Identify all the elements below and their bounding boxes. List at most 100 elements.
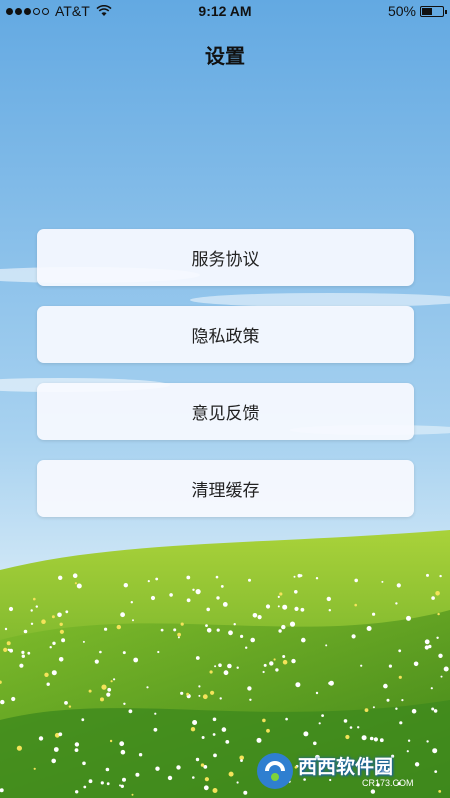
flower <box>99 650 102 654</box>
flower <box>294 590 298 594</box>
flower <box>195 589 201 595</box>
flower <box>212 717 217 722</box>
flower <box>169 593 173 597</box>
flower <box>407 739 411 742</box>
flower <box>213 753 217 758</box>
flower <box>123 702 126 705</box>
flower <box>436 636 439 639</box>
flower <box>119 741 125 747</box>
flower <box>426 740 429 743</box>
flower <box>131 793 134 796</box>
flower <box>74 742 80 747</box>
flower <box>228 630 233 636</box>
watermark-url: CR173.COM <box>362 778 414 788</box>
flower <box>11 696 16 702</box>
flower <box>435 591 440 596</box>
flower <box>35 605 38 608</box>
flower <box>372 706 375 709</box>
flower <box>104 627 108 631</box>
flower <box>291 658 296 664</box>
battery-tip <box>445 9 447 14</box>
flower <box>252 613 258 618</box>
flower <box>195 757 200 762</box>
flower <box>321 714 324 717</box>
flower <box>120 612 125 618</box>
flower <box>206 607 210 612</box>
flower <box>120 784 125 788</box>
battery-percent: 50% <box>387 3 416 19</box>
flower <box>176 765 181 770</box>
flower <box>328 680 334 686</box>
flower <box>369 736 374 741</box>
flower <box>381 580 384 583</box>
flower <box>279 592 283 596</box>
flower <box>354 578 359 583</box>
flower <box>107 687 112 692</box>
flower <box>443 666 449 672</box>
flower <box>59 629 64 634</box>
flower <box>266 728 270 733</box>
flower <box>180 691 184 695</box>
flower <box>203 785 209 791</box>
flower <box>100 781 104 785</box>
flower <box>354 603 358 607</box>
flower <box>58 575 63 580</box>
settings-menu: 服务协议 隐私政策 意见反馈 清理缓存 <box>37 229 414 537</box>
flower <box>250 637 255 643</box>
flower <box>105 767 110 772</box>
flower <box>411 708 417 714</box>
flower <box>357 726 360 729</box>
flower <box>100 697 104 702</box>
flower <box>262 718 266 723</box>
clear-cache-button[interactable]: 清理缓存 <box>37 460 414 517</box>
flower <box>434 770 438 773</box>
flower <box>430 687 433 690</box>
flower <box>256 737 262 743</box>
flower <box>277 605 280 608</box>
flower <box>265 604 271 609</box>
privacy-policy-button[interactable]: 隐私政策 <box>37 306 414 363</box>
flower <box>343 719 348 723</box>
flower <box>345 734 350 740</box>
feedback-button[interactable]: 意见反馈 <box>37 383 414 440</box>
flower <box>438 653 443 658</box>
flower <box>177 632 182 637</box>
flower <box>192 588 195 591</box>
flower <box>198 694 201 697</box>
flower <box>21 654 25 658</box>
flower <box>204 777 209 782</box>
watermark: 西西软件园 CR173.COM <box>252 748 430 794</box>
flower <box>326 596 331 602</box>
flower <box>30 609 33 612</box>
flower <box>295 682 301 688</box>
flower <box>293 575 296 578</box>
flower <box>325 644 328 647</box>
flower <box>157 650 160 654</box>
flower <box>46 682 50 686</box>
flower <box>289 621 296 627</box>
flower <box>257 615 262 620</box>
flower <box>351 634 356 639</box>
flower <box>398 675 402 679</box>
flower <box>198 685 201 688</box>
flower <box>72 573 78 578</box>
flower <box>94 659 99 664</box>
flower <box>138 753 143 757</box>
flower <box>44 672 49 677</box>
flower <box>41 619 46 624</box>
flower <box>200 763 205 767</box>
flower <box>424 639 430 645</box>
page-title: 设置 <box>205 44 245 68</box>
flower <box>366 626 372 631</box>
flower <box>247 686 252 691</box>
flower <box>186 692 190 696</box>
flower <box>315 577 319 580</box>
flower <box>21 650 25 655</box>
service-agreement-button[interactable]: 服务协议 <box>37 229 414 286</box>
flower <box>228 771 234 777</box>
flower <box>301 637 306 643</box>
flower <box>395 602 398 605</box>
flower <box>240 634 244 639</box>
flower <box>233 623 236 626</box>
flower <box>30 622 34 625</box>
